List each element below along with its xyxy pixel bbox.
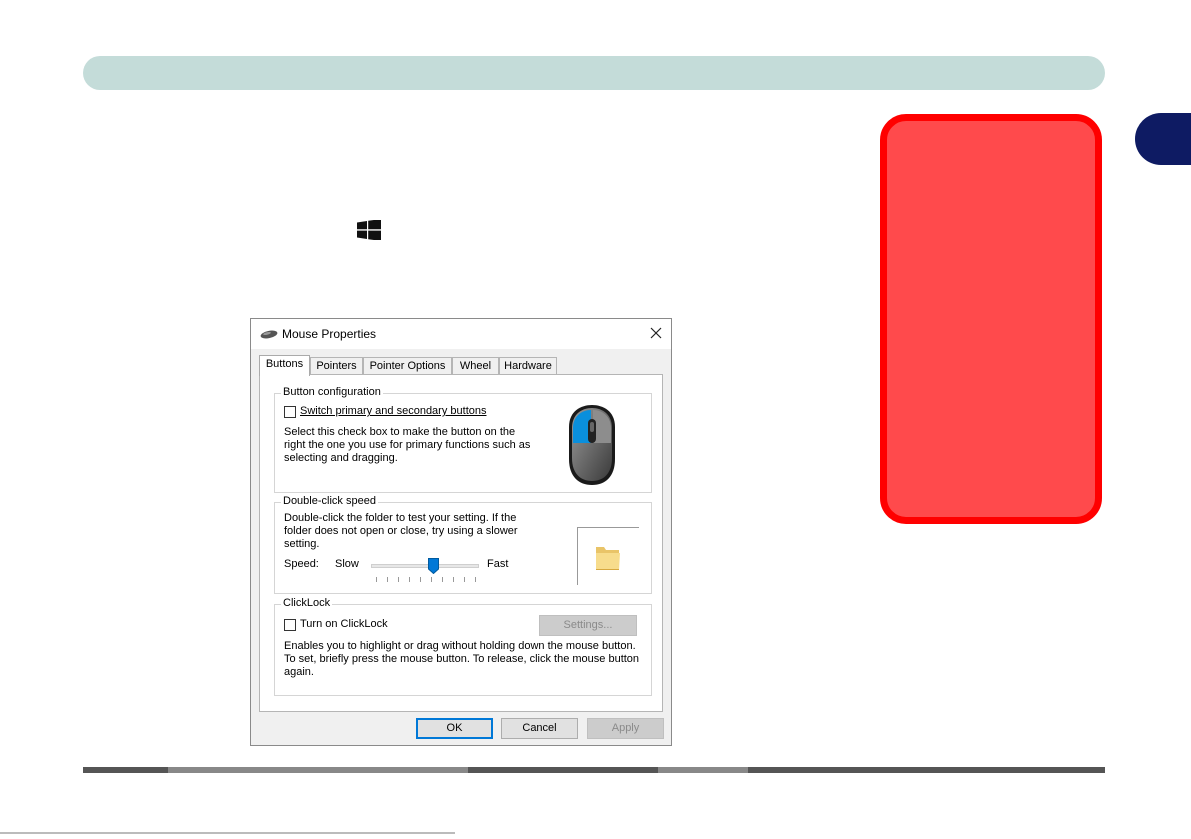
mouse-illustration-icon xyxy=(569,405,615,485)
tab-wheel[interactable]: Wheel xyxy=(452,357,499,375)
buttons-tab-page: Button configuration Switch primary and … xyxy=(259,374,663,712)
slider-thumb-icon[interactable] xyxy=(428,558,440,574)
switch-buttons-checkbox[interactable] xyxy=(284,406,296,418)
button-configuration-legend: Button configuration xyxy=(281,386,383,398)
clicklock-checkbox[interactable] xyxy=(284,619,296,631)
windows-logo-icon xyxy=(357,220,381,240)
clicklock-group: ClickLock Turn on ClickLock Settings... … xyxy=(274,597,652,696)
mouse-properties-dialog: Mouse Properties Buttons Pointers Pointe… xyxy=(250,318,672,746)
footer-rule xyxy=(83,767,1105,773)
button-configuration-description: Select this check box to make the button… xyxy=(284,426,531,464)
ok-button[interactable]: OK xyxy=(416,718,493,739)
chapter-tab xyxy=(1135,113,1191,165)
title-bar[interactable]: Mouse Properties xyxy=(251,319,671,349)
bottom-strip xyxy=(0,832,455,834)
tab-hardware[interactable]: Hardware xyxy=(499,357,557,375)
clicklock-description: Enables you to highlight or drag without… xyxy=(284,640,640,678)
clicklock-settings-button[interactable]: Settings... xyxy=(539,615,637,636)
header-bar xyxy=(83,56,1105,90)
speed-slider-track[interactable] xyxy=(371,564,479,568)
tab-pointer-options[interactable]: Pointer Options xyxy=(363,357,452,375)
slow-label: Slow xyxy=(335,558,359,570)
tab-pointers[interactable]: Pointers xyxy=(310,357,363,375)
button-configuration-group: Button configuration Switch primary and … xyxy=(274,386,652,493)
double-click-speed-group: Double-click speed Double-click the fold… xyxy=(274,495,652,594)
speed-slider-ticks xyxy=(376,577,476,582)
clicklock-label[interactable]: Turn on ClickLock xyxy=(300,618,388,630)
double-click-speed-legend: Double-click speed xyxy=(281,495,378,507)
apply-button[interactable]: Apply xyxy=(587,718,664,739)
switch-buttons-label[interactable]: Switch primary and secondary buttons xyxy=(300,405,486,417)
clicklock-legend: ClickLock xyxy=(281,597,333,609)
fast-label: Fast xyxy=(487,558,509,570)
speed-label: Speed: xyxy=(284,558,319,570)
close-icon[interactable] xyxy=(649,326,663,340)
cancel-button[interactable]: Cancel xyxy=(501,718,578,739)
double-click-speed-description: Double-click the folder to test your set… xyxy=(284,512,518,550)
note-box xyxy=(880,114,1102,524)
tab-buttons[interactable]: Buttons xyxy=(259,355,310,376)
folder-icon[interactable] xyxy=(594,542,622,572)
test-folder-area[interactable] xyxy=(577,527,639,585)
mouse-device-icon xyxy=(260,330,278,339)
dialog-title: Mouse Properties xyxy=(282,327,377,341)
